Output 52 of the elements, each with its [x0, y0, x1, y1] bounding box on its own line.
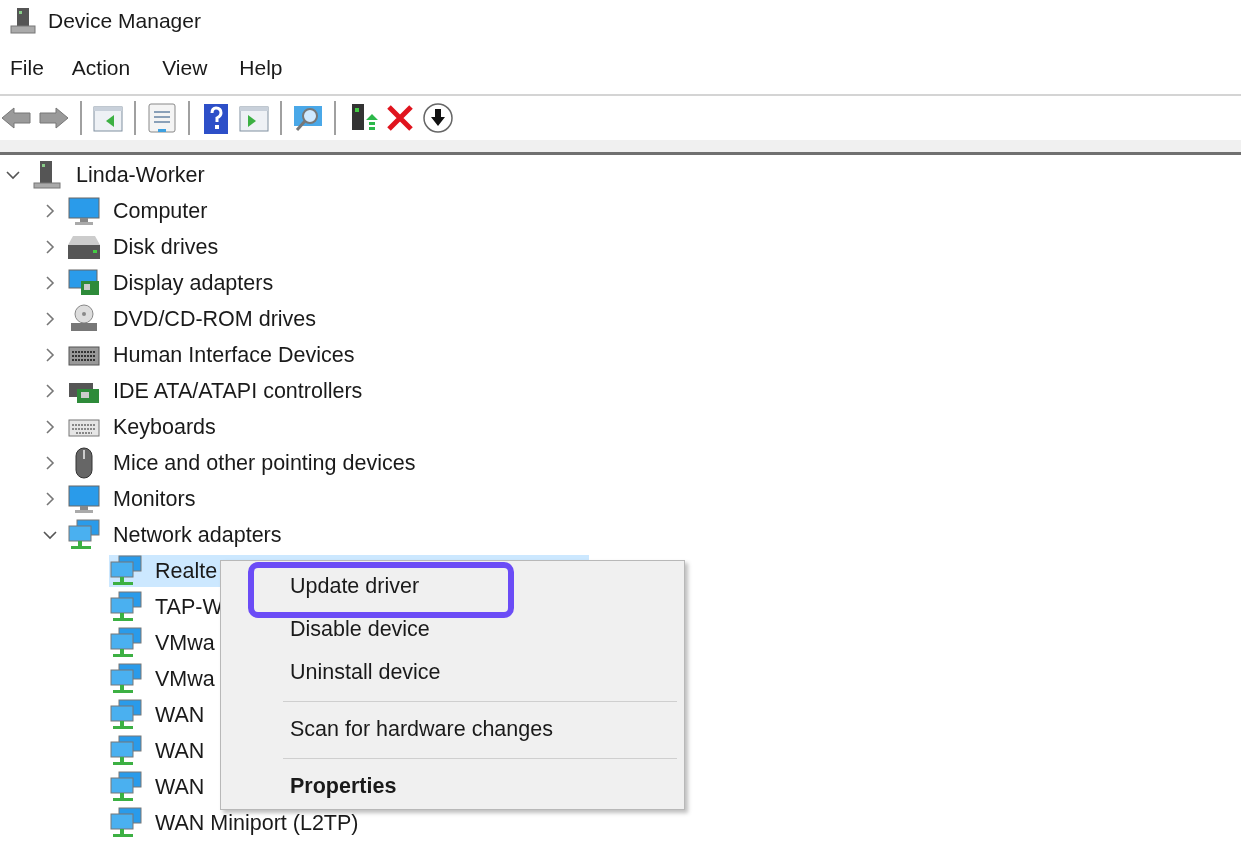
tree-item[interactable]: Human Interface Devices: [109, 340, 359, 370]
context-menu-item[interactable]: Update driver: [290, 574, 420, 599]
tree-item[interactable]: IDE ATA/ATAPI controllers: [109, 376, 367, 406]
window-title: Device Manager: [48, 9, 201, 33]
tree-item[interactable]: VMwa: [151, 664, 219, 694]
network-computers-icon: [109, 699, 143, 731]
tree-item[interactable]: Keyboards: [109, 412, 220, 442]
tree-item[interactable]: Network adapters: [109, 520, 286, 550]
tree-item[interactable]: Display adapters: [109, 268, 278, 298]
tree-item[interactable]: Disk drives: [109, 232, 223, 262]
tree-item[interactable]: DVD/CD-ROM drives: [109, 304, 321, 334]
expand-chevron-icon[interactable]: [43, 348, 57, 362]
tree-item[interactable]: Computer: [109, 196, 212, 226]
expand-chevron-icon[interactable]: [43, 204, 57, 218]
expand-chevron-icon[interactable]: [43, 420, 57, 434]
context-menu-item[interactable]: Scan for hardware changes: [290, 717, 553, 742]
network-computers-icon: [109, 663, 143, 695]
tree-item[interactable]: Linda-Worker: [72, 160, 209, 190]
context-menu-item[interactable]: Properties: [290, 774, 397, 799]
context-menu-item[interactable]: Uninstall device: [290, 660, 441, 685]
menu-bar-item[interactable]: Action: [61, 56, 141, 80]
network-computers-icon: [109, 807, 143, 839]
collapse-chevron-icon[interactable]: [6, 168, 20, 182]
tree-item[interactable]: Monitors: [109, 484, 200, 514]
tree-item[interactable]: WAN Miniport (L2TP): [151, 808, 363, 838]
expand-chevron-icon[interactable]: [43, 384, 57, 398]
network-computers-icon: [109, 591, 143, 623]
network-computers-icon: [109, 555, 143, 587]
tree-item[interactable]: WAN: [151, 772, 209, 802]
app-icon: [10, 7, 36, 35]
network-computers-icon: [109, 771, 143, 803]
network-computers-icon: [109, 735, 143, 767]
expand-chevron-icon[interactable]: [43, 276, 57, 290]
computer-tower-icon: [30, 159, 64, 191]
menu-bar-item[interactable]: View: [152, 56, 218, 80]
context-menu-item[interactable]: Disable device: [290, 617, 430, 642]
tree-item[interactable]: VMwa: [151, 628, 219, 658]
tree-item[interactable]: WAN: [151, 700, 209, 730]
expand-chevron-icon[interactable]: [43, 312, 57, 326]
tree-item[interactable]: Mice and other pointing devices: [109, 448, 420, 478]
menu-bar-item[interactable]: Help: [229, 56, 293, 80]
network-computers-icon: [67, 519, 101, 551]
monitor-icon: [67, 483, 101, 515]
tree-item[interactable]: WAN: [151, 736, 209, 766]
network-computers-icon: [109, 627, 143, 659]
monitor-icon: [67, 195, 101, 227]
collapse-chevron-icon[interactable]: [43, 528, 57, 542]
properties-sheet-icon[interactable]: [146, 102, 178, 134]
menu-bar-item[interactable]: File: [0, 56, 54, 80]
expand-chevron-icon[interactable]: [43, 492, 57, 506]
expand-chevron-icon[interactable]: [43, 456, 57, 470]
expand-chevron-icon[interactable]: [43, 240, 57, 254]
